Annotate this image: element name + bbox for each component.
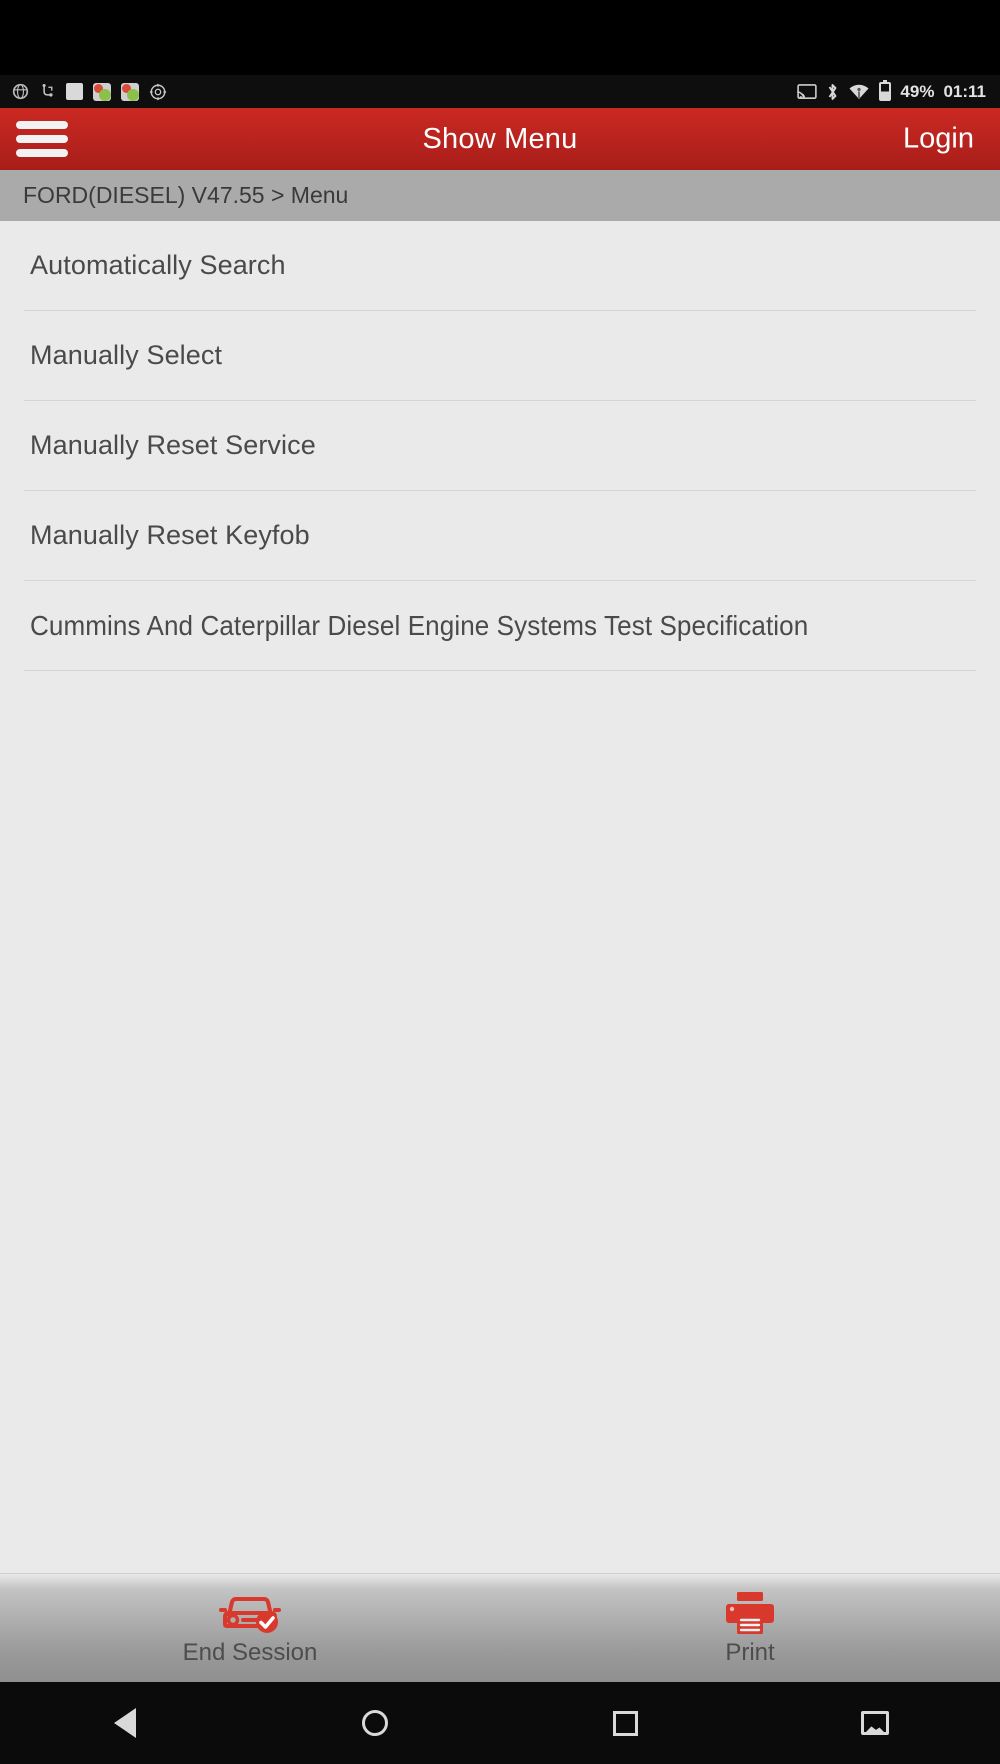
list-item-label: Manually Select: [30, 340, 223, 370]
print-button[interactable]: Print: [500, 1574, 1000, 1682]
bluetooth-icon: [826, 82, 839, 102]
list-item-label: Automatically Search: [30, 250, 286, 280]
wifi-icon: [848, 83, 870, 101]
settings-gear-icon: [149, 83, 167, 101]
recents-square-icon: [612, 1710, 638, 1736]
battery-percent-label: 49%: [900, 81, 935, 101]
print-label: Print: [725, 1638, 775, 1666]
back-triangle-icon: [114, 1708, 136, 1738]
app-notification-icon-1: [93, 82, 111, 101]
hamburger-bar-2: [16, 135, 68, 143]
nav-back-button[interactable]: [0, 1682, 250, 1764]
screen-top-padding: [0, 0, 1000, 75]
battery-icon: [879, 80, 892, 101]
home-circle-icon: [362, 1710, 388, 1736]
menu-item-cummins-caterpillar-test-spec[interactable]: Cummins And Caterpillar Diesel Engine Sy…: [0, 581, 1000, 670]
end-session-button[interactable]: End Session: [0, 1574, 500, 1682]
status-bar-system-icons: 49% 01:11: [797, 80, 986, 102]
nav-recents-button[interactable]: [500, 1682, 750, 1764]
browser-icon: [12, 83, 29, 100]
menu-item-manually-reset-keyfob[interactable]: Manually Reset Keyfob: [0, 491, 1000, 580]
hamburger-menu-icon[interactable]: [16, 118, 68, 160]
list-item-label: Manually Reset Keyfob: [30, 520, 310, 550]
printer-icon: [724, 1590, 776, 1636]
menu-item-manually-reset-service[interactable]: Manually Reset Service: [0, 401, 1000, 490]
app-notification-icon-2: [121, 82, 139, 101]
list-item-label: Manually Reset Service: [30, 430, 316, 460]
end-session-label: End Session: [182, 1638, 318, 1666]
hamburger-bar-3: [16, 149, 68, 157]
device-screen: 49% 01:11 Show Menu Login FORD(DIESEL) V…: [0, 0, 1000, 1764]
menu-item-automatically-search[interactable]: Automatically Search: [0, 221, 1000, 310]
login-button[interactable]: Login: [903, 123, 974, 156]
android-status-bar: 49% 01:11: [0, 75, 1000, 108]
blank-notification-icon: [66, 83, 83, 100]
screenshot-icon: [861, 1711, 889, 1735]
android-navigation-bar: [0, 1682, 1000, 1764]
nav-screenshot-button[interactable]: [750, 1682, 1000, 1764]
hamburger-bar-1: [16, 121, 68, 129]
car-check-icon: [217, 1590, 283, 1636]
bottom-toolbar: End Session Print: [0, 1573, 1000, 1682]
menu-list: Automatically Search Manually Select Man…: [0, 221, 1000, 1573]
breadcrumb: FORD(DIESEL) V47.55 > Menu: [0, 170, 1000, 221]
list-item-label: Cummins And Caterpillar Diesel Engine Sy…: [30, 609, 809, 641]
list-divider: [24, 670, 976, 671]
clock-label: 01:11: [943, 81, 986, 101]
app-header-bar: Show Menu Login: [0, 108, 1000, 170]
status-bar-notification-icons: [12, 82, 797, 101]
page-title: Show Menu: [422, 122, 578, 155]
usb-debug-icon: [39, 83, 56, 100]
cast-icon: [797, 83, 818, 100]
nav-home-button[interactable]: [250, 1682, 500, 1764]
menu-item-manually-select[interactable]: Manually Select: [0, 311, 1000, 400]
